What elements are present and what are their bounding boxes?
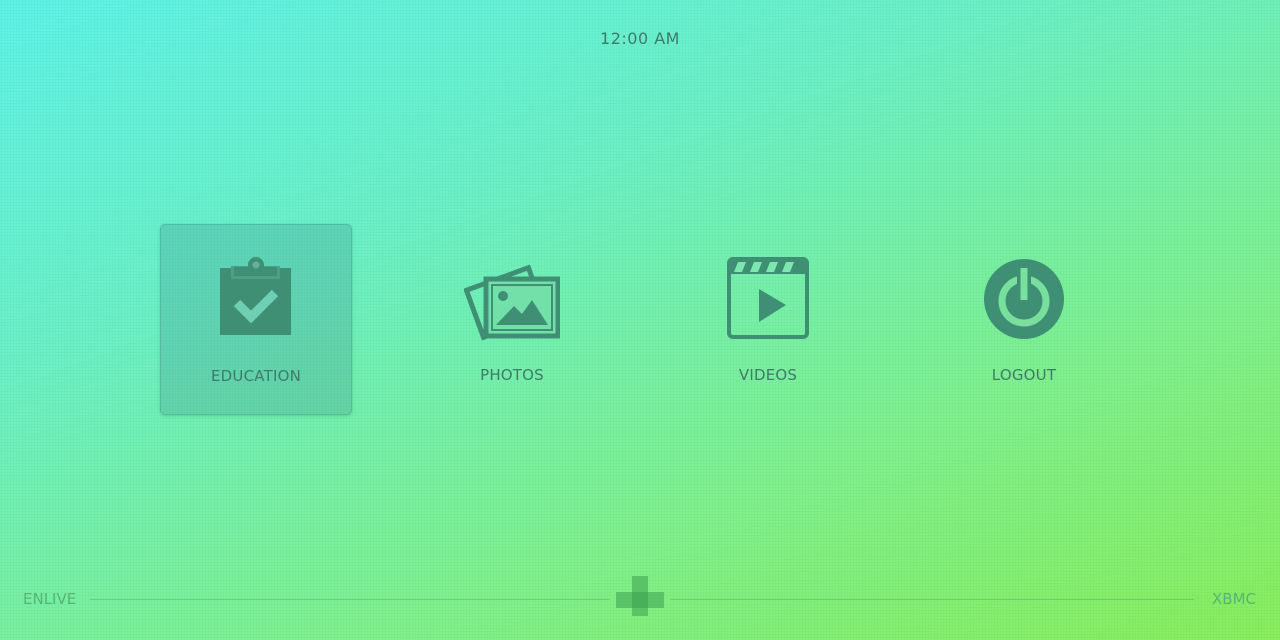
footer-brand-right: XBMC (1212, 590, 1256, 608)
photos-icon (464, 254, 560, 344)
clipboard-check-icon (208, 255, 304, 345)
menu-item-education[interactable]: EDUCATION (160, 224, 352, 415)
footer-divider-left (90, 599, 610, 600)
menu-item-logout[interactable]: LOGOUT (928, 224, 1120, 415)
menu-item-videos[interactable]: VIDEOS (672, 224, 864, 415)
menu-label-education: EDUCATION (211, 367, 301, 385)
menu-label-videos: VIDEOS (738, 366, 798, 384)
menu-label-photos: PHOTOS (480, 366, 544, 384)
footer-brand-left: ENLIVE (23, 590, 77, 608)
power-icon (976, 254, 1072, 344)
menu-label-logout: LOGOUT (991, 366, 1057, 384)
clapperboard-icon (720, 254, 816, 344)
clock: 12:00 AM (600, 29, 680, 48)
footer-divider-right (670, 599, 1194, 600)
menu-item-photos[interactable]: PHOTOS (416, 224, 608, 415)
plus-logo-icon (616, 576, 664, 616)
